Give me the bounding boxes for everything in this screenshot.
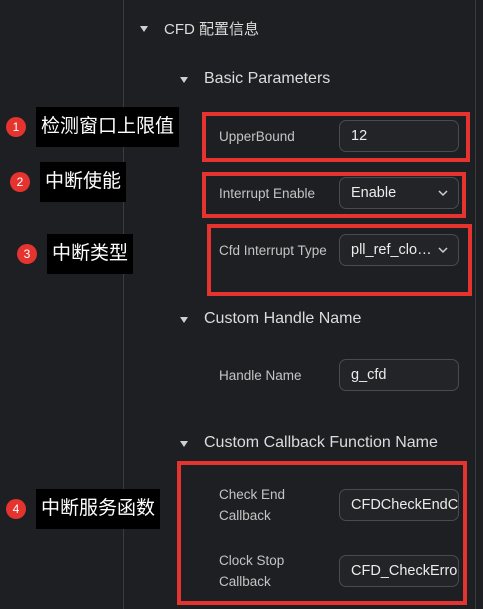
annotation-label-1: 检测窗口上限值 [36, 107, 180, 147]
caret-down-icon [180, 441, 188, 447]
annotation-badge-1: 1 [6, 117, 26, 137]
handle-name-input[interactable]: g_cfd [339, 359, 459, 391]
caret-down-icon [180, 317, 188, 323]
highlight-box-interrupt-type [207, 224, 472, 296]
annotation-label-3: 中断类型 [47, 234, 134, 274]
group-title-callback: Custom Callback Function Name [204, 434, 438, 451]
highlight-box-callbacks [177, 461, 467, 605]
annotation-badge-3: 3 [17, 244, 37, 264]
annotation-label-2: 中断使能 [40, 162, 127, 202]
section-title: CFD 配置信息 [164, 21, 259, 38]
annotation-label-4: 中断服务函数 [36, 489, 161, 529]
highlight-box-interrupt-enable [202, 172, 466, 218]
handle-name-label: Handle Name [219, 368, 302, 383]
handle-name-value: g_cfd [351, 367, 387, 383]
group-title-basic: Basic Parameters [204, 70, 331, 87]
group-title-handle: Custom Handle Name [204, 310, 362, 327]
panel-divider-right [475, 0, 476, 609]
annotation-badge-4: 4 [6, 499, 26, 519]
caret-down-icon [140, 26, 148, 32]
highlight-box-upper-bound [202, 112, 470, 162]
caret-down-icon [180, 77, 188, 83]
annotation-badge-2: 2 [10, 172, 30, 192]
